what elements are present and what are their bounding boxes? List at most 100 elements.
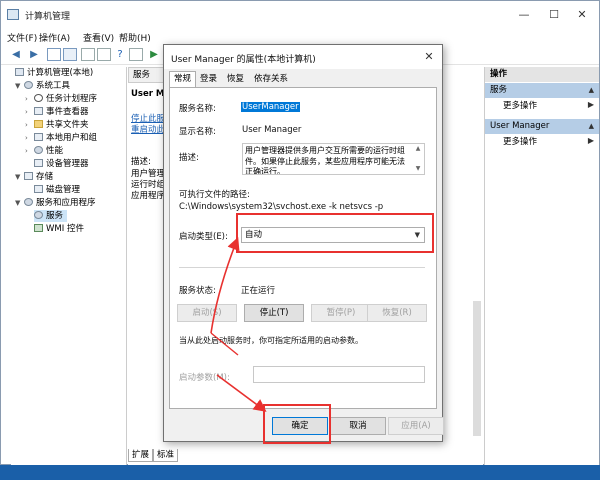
folder-icon (34, 120, 43, 128)
start-params-label: 启动参数(M): (179, 373, 230, 383)
storage-icon (24, 172, 33, 180)
display-name-label: 显示名称: (179, 127, 216, 137)
tab-standard[interactable]: 标准 (153, 449, 179, 462)
console-tree: 计算机管理(本地) ▼ 系统工具 › 任务计划程序 › 事件查看器 › 共享文件夹 › 本… (11, 67, 127, 466)
menu-file[interactable]: 文件(F) (7, 31, 37, 44)
chevron-right-icon[interactable]: › (25, 145, 34, 157)
tab-logon[interactable]: 登录 (196, 72, 221, 87)
up-folder-icon[interactable] (47, 48, 61, 61)
tree-item-services-apps[interactable]: ▼ 服务和应用程序 (15, 197, 96, 209)
chevron-down-icon[interactable]: ▼ (15, 197, 24, 209)
minimize-button[interactable]: — (509, 7, 539, 23)
performance-icon (34, 146, 43, 154)
actions-pane: 操作 服务 ▲ 更多操作 ▶ User Manager ▲ 更多操作 ▶ (484, 67, 599, 466)
center-scrollbar[interactable] (473, 301, 481, 436)
resume-button[interactable]: 恢复(R) (367, 304, 427, 322)
display-name-value[interactable]: User Manager (242, 125, 301, 135)
startup-type-label: 启动类型(E): (179, 232, 228, 242)
computer-icon (15, 68, 24, 76)
chevron-down-icon[interactable]: ▼ (15, 80, 24, 92)
start-params-input[interactable] (253, 366, 425, 383)
description-label: 描述: (179, 153, 199, 163)
taskbar-strip (0, 465, 600, 480)
tree-item-disk-management[interactable]: 磁盘管理 (34, 184, 80, 196)
dialog-title-bar[interactable]: User Manager 的属性(本地计算机) ✕ (164, 45, 442, 69)
tree-item-shared-folders[interactable]: › 共享文件夹 (25, 119, 89, 131)
description-textbox[interactable]: 用户管理器提供多用户交互所需要的运行时组件。如果停止此服务，某些应用程序可能无法… (242, 143, 425, 175)
tab-extended[interactable]: 扩展 (128, 449, 154, 462)
menu-action[interactable]: 操作(A) (39, 31, 70, 44)
divider (179, 267, 425, 268)
start-button[interactable]: 启动(S) (177, 304, 237, 322)
tree-item-system-tools[interactable]: ▼ 系统工具 (15, 80, 70, 92)
service-name-value[interactable]: UserManager (241, 102, 300, 112)
chevron-right-icon[interactable]: › (25, 119, 34, 131)
dialog-title: User Manager 的属性(本地计算机) (171, 55, 316, 65)
tree-item-event-viewer[interactable]: › 事件查看器 (25, 106, 89, 118)
tools-icon (24, 81, 33, 89)
play-icon[interactable]: ▶ (147, 48, 161, 61)
chevron-up-icon[interactable]: ▲ (589, 83, 594, 98)
more-actions-user-manager[interactable]: 更多操作 (503, 136, 537, 148)
help-icon[interactable]: ? (113, 48, 127, 61)
annotation-startup-highlight (236, 213, 434, 253)
tree-item-performance[interactable]: › 性能 (25, 145, 63, 157)
menu-help[interactable]: 帮助(H) (119, 31, 151, 44)
title-bar[interactable]: 计算机管理 — ☐ ✕ (1, 1, 599, 29)
menu-view[interactable]: 查看(V) (83, 31, 114, 44)
properties-icon[interactable] (81, 48, 95, 61)
pause-button[interactable]: 暂停(P) (311, 304, 371, 322)
apply-button[interactable]: 应用(A) (388, 417, 444, 435)
start-params-hint: 当从此处启动服务时，你可指定所适用的启动参数。 (179, 336, 363, 345)
actions-header: 操作 (485, 67, 599, 82)
close-button[interactable]: ✕ (567, 7, 597, 23)
window-title: 计算机管理 (25, 12, 71, 22)
disk-icon (34, 185, 43, 193)
back-icon[interactable]: ◀ (9, 48, 23, 61)
stop-button[interactable]: 停止(T) (244, 304, 304, 322)
tree-item-storage[interactable]: ▼ 存储 (15, 171, 53, 183)
chevron-right-icon: ▶ (587, 100, 594, 109)
refresh-icon[interactable] (97, 48, 111, 61)
tree-item-task-scheduler[interactable]: › 任务计划程序 (25, 93, 97, 105)
annotation-ok-highlight (263, 404, 331, 444)
menu-bar: 文件(F) 操作(A) 查看(V) 帮助(H) (1, 29, 599, 45)
description-scrollbar[interactable]: ▲ ▼ (412, 144, 424, 174)
service-status-label: 服务状态: (179, 286, 216, 296)
chevron-up-icon[interactable]: ▲ (589, 119, 594, 134)
users-icon (34, 133, 43, 141)
chevron-right-icon[interactable]: › (25, 106, 34, 118)
exe-path-value[interactable]: C:\Windows\system32\svchost.exe -k netsv… (179, 202, 383, 212)
tree-item-wmi[interactable]: WMI 控件 (34, 223, 84, 235)
chevron-down-icon[interactable]: ▼ (15, 171, 24, 183)
tab-general[interactable]: 常规 (169, 71, 197, 87)
export-list-icon[interactable] (129, 48, 143, 61)
services-apps-icon (24, 198, 33, 206)
tab-recovery[interactable]: 恢复 (223, 72, 248, 87)
forward-icon[interactable]: ▶ (27, 48, 41, 61)
actions-section-user-manager[interactable]: User Manager ▲ (485, 119, 599, 134)
services-header-tab: 服务 (128, 67, 168, 83)
cancel-button[interactable]: 取消 (330, 417, 386, 435)
tree-item-services[interactable]: 服务 (34, 210, 68, 222)
event-log-icon (34, 107, 43, 115)
actions-section-services[interactable]: 服务 ▲ (485, 83, 599, 98)
chevron-right-icon: ▶ (587, 136, 594, 145)
dialog-close-icon[interactable]: ✕ (419, 49, 439, 65)
service-name-label: 服务名称: (179, 104, 216, 114)
tab-dependencies[interactable]: 依存关系 (250, 72, 292, 87)
tree-item-device-manager[interactable]: 设备管理器 (34, 158, 89, 170)
service-status-value: 正在运行 (241, 286, 276, 296)
computer-management-icon (7, 9, 19, 20)
tree-item-root[interactable]: 计算机管理(本地) (15, 67, 93, 79)
device-manager-icon (34, 159, 43, 167)
exe-path-label: 可执行文件的路径: (179, 190, 250, 200)
services-icon (34, 211, 43, 219)
chevron-right-icon[interactable]: › (25, 132, 34, 144)
tree-item-local-users[interactable]: › 本地用户和组 (25, 132, 97, 144)
clock-icon (34, 94, 43, 102)
maximize-button[interactable]: ☐ (539, 7, 569, 23)
show-tree-icon[interactable] (63, 48, 77, 61)
chevron-right-icon[interactable]: › (25, 93, 34, 105)
more-actions-services[interactable]: 更多操作 (503, 100, 537, 112)
